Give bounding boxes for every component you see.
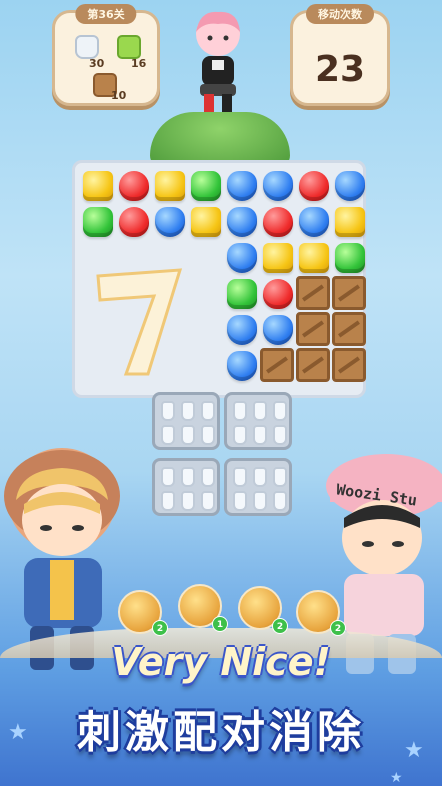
red-gem[interactable] — [119, 207, 149, 237]
magnet-booster-count: 2 — [330, 620, 346, 636]
blue-gem[interactable] — [155, 207, 185, 237]
jar-block[interactable] — [152, 392, 220, 450]
crate-tile[interactable] — [296, 348, 330, 382]
green-block-goal-count: 16 — [131, 57, 147, 70]
combo-seven-effect: 7 — [96, 268, 183, 376]
crate-goal-count: 10 — [111, 89, 127, 102]
yellow-gem[interactable] — [299, 243, 329, 273]
yellow-gem[interactable] — [335, 207, 365, 237]
green-gem[interactable] — [335, 243, 365, 273]
red-gem[interactable] — [263, 207, 293, 237]
star-icon: ★ — [8, 720, 28, 745]
red-gem[interactable] — [263, 279, 293, 309]
star-icon: ★ — [404, 738, 424, 763]
yellow-gem[interactable] — [155, 171, 185, 201]
level-goal-panel: 第36关 30 16 10 — [52, 4, 160, 106]
green-block-goal-icon — [117, 35, 141, 59]
blue-gem[interactable] — [227, 243, 257, 273]
jar-goal-icon — [75, 35, 99, 59]
blue-gem[interactable] — [263, 171, 293, 201]
moves-panel: 移动次数 23 — [290, 4, 390, 106]
blue-gem[interactable] — [227, 207, 257, 237]
magnet-booster-button[interactable]: 2 — [296, 590, 346, 636]
blue-gem[interactable] — [227, 351, 257, 381]
bomb-booster-button[interactable]: 2 — [118, 590, 168, 636]
level-label: 第36关 — [75, 4, 137, 24]
moves-label: 移动次数 — [306, 4, 374, 24]
red-gem[interactable] — [119, 171, 149, 201]
crate-tile[interactable] — [332, 276, 366, 310]
pinwheel-booster-count: 2 — [272, 618, 288, 634]
rocket-booster-count: 1 — [212, 616, 228, 632]
red-gem[interactable] — [299, 171, 329, 201]
jar-block[interactable] — [224, 392, 292, 450]
crate-tile[interactable] — [332, 348, 366, 382]
moves-value: 23 — [314, 49, 366, 90]
crate-tile[interactable] — [296, 312, 330, 346]
yellow-gem[interactable] — [83, 171, 113, 201]
blue-gem[interactable] — [227, 171, 257, 201]
yellow-gem[interactable] — [263, 243, 293, 273]
crate-tile[interactable] — [332, 312, 366, 346]
pinwheel-booster-button[interactable]: 2 — [238, 586, 288, 634]
blue-gem[interactable] — [227, 315, 257, 345]
star-icon: ★ — [390, 770, 403, 786]
green-gem[interactable] — [227, 279, 257, 309]
bomb-booster-count: 2 — [152, 620, 168, 636]
green-gem[interactable] — [191, 171, 221, 201]
top-character-avatar — [196, 11, 240, 112]
yellow-gem[interactable] — [191, 207, 221, 237]
jar-block[interactable] — [224, 458, 292, 516]
blue-gem[interactable] — [263, 315, 293, 345]
crate-tile[interactable] — [260, 348, 294, 382]
blue-gem[interactable] — [299, 207, 329, 237]
crate-tile[interactable] — [296, 276, 330, 310]
rocket-booster-button[interactable]: 1 — [178, 584, 228, 632]
booster-tray: 2 1 2 2 — [110, 584, 350, 638]
jar-goal-count: 30 — [89, 57, 105, 70]
jar-block[interactable] — [152, 458, 220, 516]
blue-gem[interactable] — [335, 171, 365, 201]
slogan-chinese: 刺激配对消除 — [77, 707, 365, 758]
slogan-english: Very Nice! — [111, 640, 331, 684]
green-gem[interactable] — [83, 207, 113, 237]
